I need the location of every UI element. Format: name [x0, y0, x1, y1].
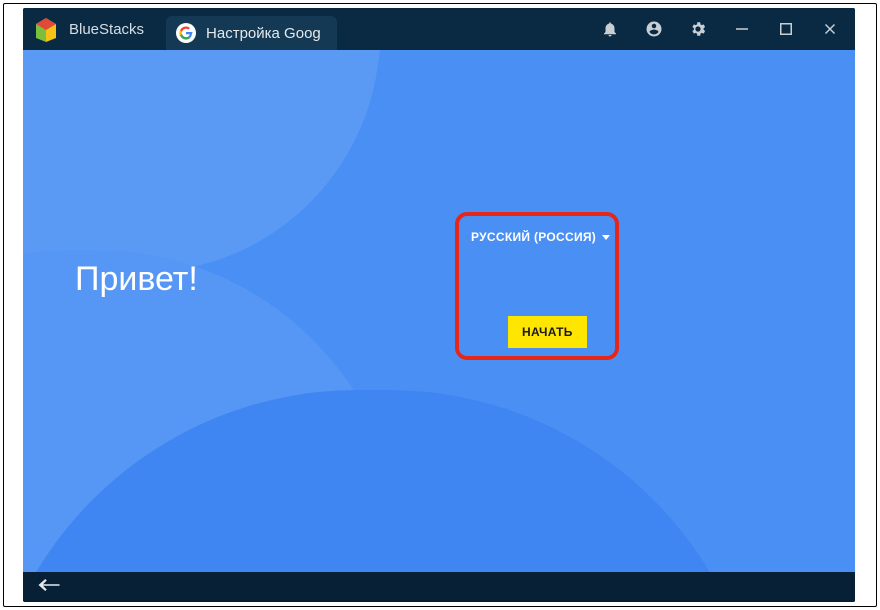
back-icon[interactable]	[37, 576, 61, 599]
android-navbar	[23, 572, 855, 602]
bell-icon[interactable]	[601, 20, 619, 38]
gear-icon[interactable]	[689, 20, 707, 38]
app-window: BlueStacks Настройка Goog	[23, 8, 855, 602]
titlebar: BlueStacks Настройка Goog	[23, 8, 855, 50]
minimize-icon[interactable]	[733, 20, 751, 38]
chevron-down-icon	[602, 235, 610, 240]
start-button[interactable]: НАЧАТЬ	[508, 316, 587, 348]
close-icon[interactable]	[821, 20, 839, 38]
tab-title: Настройка Goog	[206, 25, 321, 42]
titlebar-controls	[601, 20, 849, 38]
language-selector[interactable]: РУССКИЙ (РОССИЯ)	[471, 230, 610, 244]
maximize-icon[interactable]	[777, 20, 795, 38]
setup-screen: Привет! РУССКИЙ (РОССИЯ) НАЧАТЬ	[23, 50, 855, 572]
app-name: BlueStacks	[69, 21, 144, 38]
greeting-text: Привет!	[75, 260, 198, 299]
tab-google-setup[interactable]: Настройка Goog	[166, 16, 337, 50]
account-icon[interactable]	[645, 20, 663, 38]
bluestacks-logo-icon	[33, 16, 59, 42]
language-label: РУССКИЙ (РОССИЯ)	[471, 230, 596, 244]
google-icon	[176, 23, 196, 43]
